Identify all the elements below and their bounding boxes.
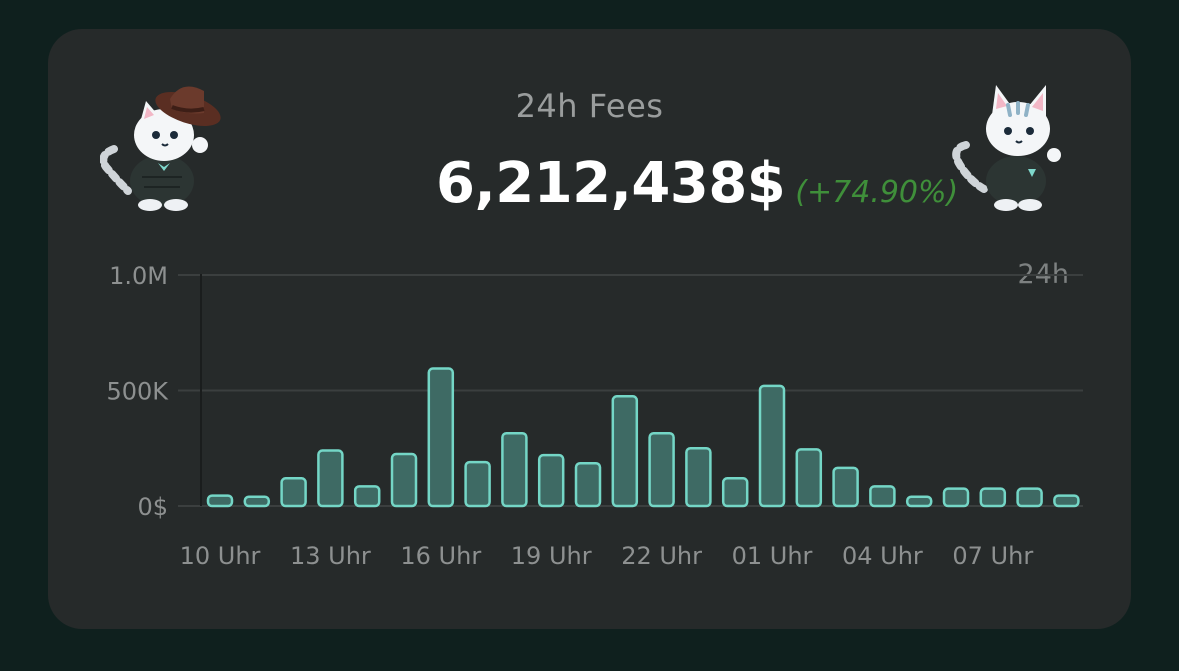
y-tick-label: 1.0M <box>109 262 168 290</box>
fees-card: 24h Fees 6,212,438$ (+74.90%) 24h 1.0M 5… <box>48 29 1131 629</box>
bar[interactable] <box>832 466 859 508</box>
x-tick-label: 07 Uhr <box>952 542 1033 570</box>
bar[interactable] <box>905 495 933 508</box>
bar[interactable] <box>721 477 749 508</box>
bar[interactable] <box>942 487 970 508</box>
fees-bar-chart: 1.0M 500K 0$ 10 Uhr 13 Uhr 16 Uhr 19 Uhr 22 Uh… <box>106 262 1083 570</box>
x-tick-label: 10 Uhr <box>180 542 261 570</box>
bar[interactable] <box>795 448 823 508</box>
x-tick-label: 13 Uhr <box>290 542 371 570</box>
x-tick-label: 19 Uhr <box>511 542 592 570</box>
x-tick-label: 01 Uhr <box>732 542 813 570</box>
bar[interactable] <box>427 367 455 508</box>
y-tick-labels: 1.0M 500K 0$ <box>106 262 169 521</box>
bar[interactable] <box>574 462 602 508</box>
bar[interactable] <box>390 452 418 508</box>
bar[interactable] <box>1016 487 1043 508</box>
x-tick-labels: 10 Uhr 13 Uhr 16 Uhr 19 Uhr 22 Uhr 01 Uhr 04 U… <box>180 542 1034 570</box>
bar[interactable] <box>243 495 271 508</box>
bar[interactable] <box>317 449 344 508</box>
bar[interactable] <box>501 431 528 508</box>
bar[interactable] <box>758 384 786 508</box>
y-tick-label: 0$ <box>137 493 168 521</box>
bar[interactable] <box>353 485 381 508</box>
bar[interactable] <box>464 460 491 508</box>
bars-group <box>206 367 1080 508</box>
bar[interactable] <box>979 487 1007 508</box>
y-tick-label: 500K <box>106 378 169 406</box>
bar[interactable] <box>869 485 896 508</box>
x-tick-label: 04 Uhr <box>842 542 923 570</box>
bar[interactable] <box>537 453 565 508</box>
x-tick-label: 22 Uhr <box>621 542 702 570</box>
bar[interactable] <box>1053 494 1080 508</box>
bar[interactable] <box>280 477 307 508</box>
bar[interactable] <box>648 431 675 508</box>
bar[interactable] <box>206 494 234 508</box>
bar[interactable] <box>611 395 639 508</box>
x-tick-label: 16 Uhr <box>400 542 481 570</box>
bar[interactable] <box>685 447 712 508</box>
